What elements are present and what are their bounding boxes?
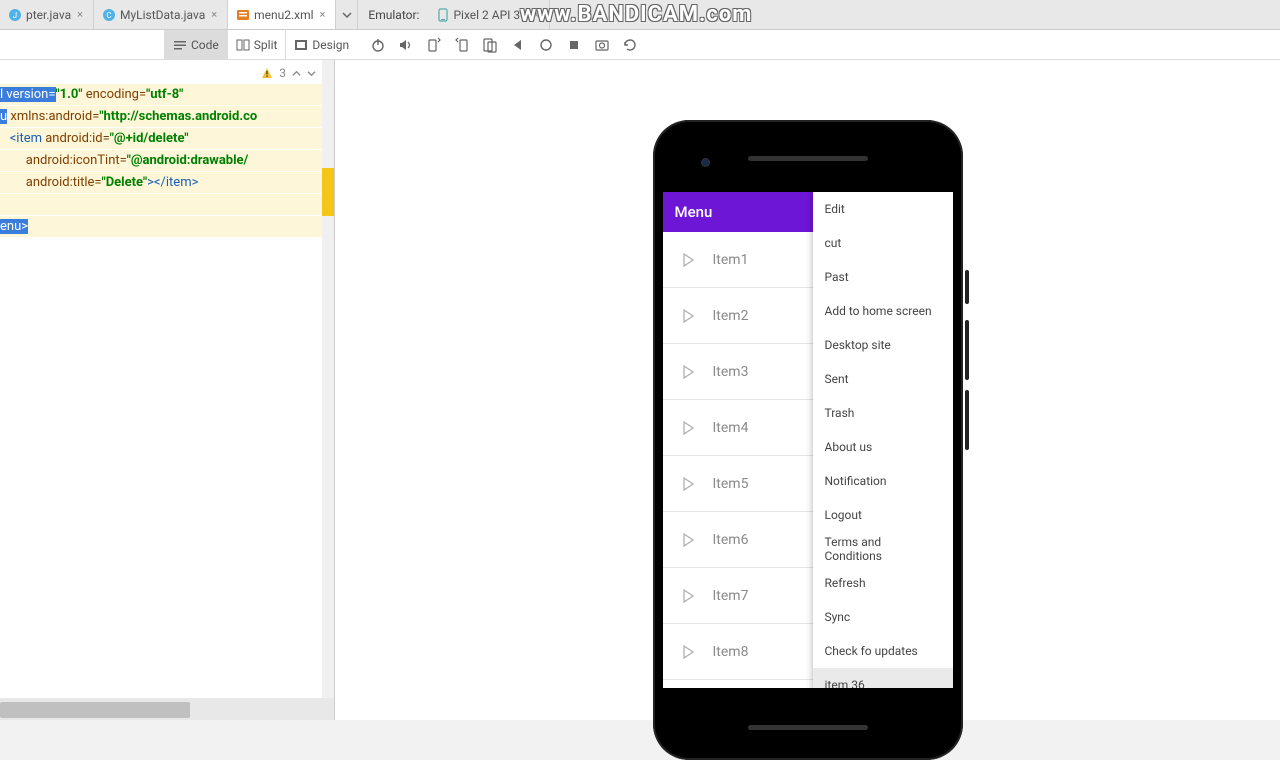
device-side-button	[965, 320, 969, 380]
reload-button[interactable]	[621, 36, 639, 54]
menu-item-refresh[interactable]: Refresh	[813, 566, 953, 600]
screenshot-button[interactable]	[481, 36, 499, 54]
java-file-icon: C	[102, 8, 116, 22]
play-icon	[679, 363, 697, 381]
device-speaker	[748, 156, 868, 161]
view-mode-label: Split	[254, 38, 278, 52]
device-side-button	[965, 390, 969, 450]
play-icon	[679, 251, 697, 269]
emulator-preview: Menu Item1 Item2 Item3 Item4 Item5 Item6…	[335, 60, 1280, 720]
list-item-label: Item4	[713, 420, 749, 436]
back-button[interactable]	[509, 36, 527, 54]
change-marker	[322, 168, 334, 216]
phone-frame: Menu Item1 Item2 Item3 Item4 Item5 Item6…	[653, 120, 963, 760]
view-mode-design[interactable]: Design	[285, 30, 357, 59]
list-item-label: Item8	[713, 644, 749, 660]
play-icon	[679, 643, 697, 661]
code-content: l version="1.0" encoding="utf-8" u xmlns…	[0, 60, 334, 258]
play-icon	[679, 587, 697, 605]
emulator-label: Emulator:	[358, 0, 429, 29]
split-view-icon	[236, 38, 250, 52]
rotate-right-button[interactable]	[453, 36, 471, 54]
java-file-icon: J	[8, 8, 22, 22]
overview-button[interactable]	[565, 36, 583, 54]
menu-item-trash[interactable]: Trash	[813, 396, 953, 430]
list-item-label: Item5	[713, 476, 749, 492]
menu-item-add-to-home[interactable]: Add to home screen	[813, 294, 953, 328]
rotate-left-button[interactable]	[425, 36, 443, 54]
overflow-menu: Edit cut Past Add to home screen Desktop…	[813, 192, 953, 688]
list-item-label: Item6	[713, 532, 749, 548]
list-item-label: Item7	[713, 588, 749, 604]
design-view-icon	[294, 38, 308, 52]
view-mode-label: Design	[312, 38, 349, 52]
tab-label: pter.java	[26, 8, 71, 22]
view-mode-code[interactable]: Code	[164, 30, 227, 59]
horizontal-scrollbar[interactable]	[0, 702, 190, 718]
editor-tab-bar: J pter.java × C MyListData.java × menu2.…	[0, 0, 1280, 30]
app-title: Menu	[675, 203, 713, 221]
close-icon[interactable]: ×	[75, 8, 85, 21]
tab-menu2-xml[interactable]: menu2.xml ×	[228, 0, 336, 29]
menu-item-sent[interactable]: Sent	[813, 362, 953, 396]
camera-button[interactable]	[593, 36, 611, 54]
warning-count: 3	[279, 66, 286, 80]
play-icon	[679, 475, 697, 493]
device-side-button	[965, 270, 969, 304]
play-icon	[679, 531, 697, 549]
editor-right-gutter	[322, 60, 334, 720]
list-item-label: Item2	[713, 308, 749, 324]
play-icon	[679, 307, 697, 325]
menu-item-edit[interactable]: Edit	[813, 192, 953, 226]
bandicam-watermark: www.BANDICAM.com	[520, 2, 752, 27]
view-mode-label: Code	[191, 38, 219, 52]
play-icon	[679, 419, 697, 437]
tab-mylistdata-java[interactable]: C MyListData.java ×	[94, 0, 228, 29]
device-speaker	[748, 725, 868, 730]
emulator-device-label: Pixel 2 API 30	[453, 8, 526, 22]
close-icon[interactable]: ×	[318, 8, 328, 21]
tab-label: MyListData.java	[120, 8, 205, 22]
chevron-down-icon[interactable]	[307, 69, 316, 78]
phone-screen[interactable]: Menu Item1 Item2 Item3 Item4 Item5 Item6…	[663, 192, 953, 688]
device-camera	[701, 158, 710, 167]
menu-item-sync[interactable]: Sync	[813, 600, 953, 634]
menu-item-terms[interactable]: Terms and Conditions	[813, 532, 953, 566]
power-button[interactable]	[369, 36, 387, 54]
tab-adapter-java[interactable]: J pter.java ×	[0, 0, 94, 29]
list-item-label: Item1	[713, 252, 749, 268]
warning-icon	[261, 67, 273, 79]
content-area: 3 l version="1.0" encoding="utf-8" u xml…	[0, 60, 1280, 720]
svg-text:J: J	[13, 11, 17, 20]
menu-item-notification[interactable]: Notification	[813, 464, 953, 498]
menu-item-36[interactable]: item 36	[813, 668, 953, 688]
inspection-summary[interactable]: 3	[261, 66, 316, 80]
volume-button[interactable]	[397, 36, 415, 54]
phone-icon	[437, 8, 449, 22]
menu-item-check-updates[interactable]: Check fo updates	[813, 634, 953, 668]
view-mode-split[interactable]: Split	[227, 30, 286, 59]
menu-item-cut[interactable]: cut	[813, 226, 953, 260]
svg-text:C: C	[106, 11, 111, 20]
editor-status-bar	[0, 698, 334, 720]
editor-toolbar: Code Split Design	[0, 30, 1280, 60]
menu-item-logout[interactable]: Logout	[813, 498, 953, 532]
tab-label: menu2.xml	[254, 8, 313, 22]
menu-item-past[interactable]: Past	[813, 260, 953, 294]
close-icon[interactable]: ×	[209, 8, 219, 21]
home-button[interactable]	[537, 36, 555, 54]
emulator-controls	[357, 30, 651, 59]
tab-overflow-dropdown[interactable]	[336, 0, 358, 29]
chevron-up-icon[interactable]	[292, 69, 301, 78]
menu-item-about-us[interactable]: About us	[813, 430, 953, 464]
xml-file-icon	[236, 8, 250, 22]
code-view-icon	[173, 38, 187, 52]
list-item-label: Item3	[713, 364, 749, 380]
code-editor[interactable]: 3 l version="1.0" encoding="utf-8" u xml…	[0, 60, 335, 720]
menu-item-desktop-site[interactable]: Desktop site	[813, 328, 953, 362]
